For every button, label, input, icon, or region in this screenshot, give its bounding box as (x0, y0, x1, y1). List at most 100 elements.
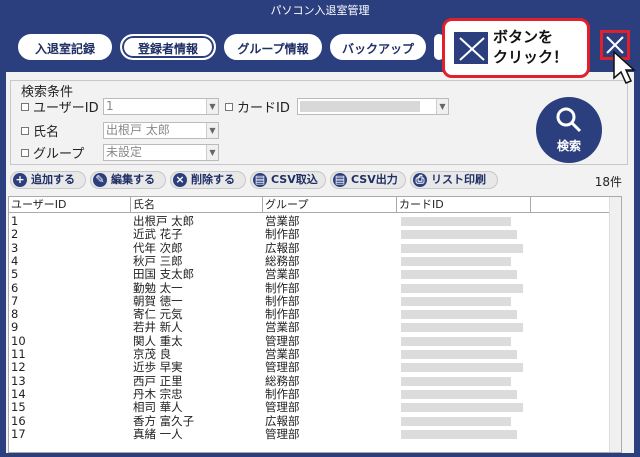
cell-card-id-redacted (401, 283, 523, 293)
user-id-checkbox[interactable] (21, 103, 29, 111)
name-select[interactable]: 出根戸 太郎 ▼ (103, 122, 219, 139)
user-id-select[interactable]: 1 ▼ (103, 98, 219, 115)
table-row[interactable]: 1 出根戸 太郎 営業部 (9, 214, 621, 228)
cell-user-id: 13 (11, 373, 26, 388)
chevron-down-icon[interactable]: ▼ (206, 99, 218, 114)
table-row[interactable]: 6 勤勉 太一 制作部 (9, 280, 621, 295)
name-value: 出根戸 太郎 (106, 123, 170, 137)
tab-registrants[interactable]: 登録者情報 (120, 34, 216, 60)
delete-button[interactable]: × 削除する (170, 171, 246, 189)
table-row[interactable]: 5 田国 支太郎 営業部 (9, 268, 621, 281)
delete-label: 削除する (191, 173, 235, 186)
main-content: 検索条件 ユーザーID 1 ▼ カードID ▼ 氏名 出根戸 太郎 ▼ グループ (6, 72, 634, 453)
table-row[interactable]: 4 秋戸 三郎 総務部 (9, 253, 621, 268)
col-group[interactable]: グループ (263, 197, 397, 213)
search-button-label: 検索 (556, 139, 581, 153)
tab-entry-log[interactable]: 入退室記録 (18, 34, 112, 60)
edit-button[interactable]: ✎ 編集する (90, 171, 166, 189)
table-row[interactable]: 2 近武 花子 制作部 (9, 227, 621, 242)
col-name[interactable]: 氏名 (131, 197, 263, 213)
table-row[interactable]: 14 丹木 宗忠 制作部 (9, 386, 621, 401)
cell-name: 秋戸 三郎 (133, 253, 183, 268)
cell-user-id: 17 (11, 426, 26, 441)
group-select[interactable]: 未設定 ▼ (103, 144, 219, 161)
printer-icon: ⎙ (413, 173, 427, 187)
user-table[interactable]: ユーザーID 氏名 グループ カードID 1 出根戸 太郎営業部 2 近武 花子 制作部… (8, 196, 622, 453)
cell-card-id-redacted (401, 217, 511, 226)
chevron-down-icon[interactable]: ▼ (206, 123, 218, 138)
table-row[interactable]: 15 相司 華人 管理部 (9, 400, 621, 415)
csv-export-label: CSV出力 (351, 173, 398, 186)
table-row[interactable]: 10 関人 重太 管理部 (9, 333, 621, 348)
card-id-redacted (300, 101, 420, 112)
cell-name: 出根戸 太郎 (133, 214, 195, 228)
cell-group: 制作部 (265, 280, 300, 295)
cell-card-id-redacted (401, 429, 517, 439)
callout-text: ボタンを クリック！ (493, 27, 568, 67)
cell-user-id: 14 (11, 386, 26, 401)
table-row[interactable]: 17 真緒 一人 管理部 (9, 426, 621, 441)
cell-name: 京茂 良 (133, 347, 172, 361)
cell-card-id-redacted (401, 336, 511, 346)
search-button[interactable]: 検索 (536, 97, 602, 163)
cell-card-id-redacted (401, 350, 517, 359)
chevron-down-icon[interactable]: ▼ (436, 99, 448, 114)
table-row[interactable]: 12 近歩 早実 管理部 (9, 360, 621, 375)
cell-name: 朝賀 徳一 (133, 293, 183, 308)
col-card-id[interactable]: カードID (397, 197, 531, 213)
table-row[interactable]: 8 寄仁 元気 制作部 (9, 308, 621, 321)
callout-line-2: クリック！ (493, 48, 569, 66)
cell-group: 総務部 (265, 253, 300, 268)
cell-user-id: 1 (11, 214, 19, 228)
name-label: 氏名 (33, 125, 60, 140)
csv-import-button[interactable]: ▤ CSV取込 (250, 171, 326, 189)
search-icon (556, 107, 582, 133)
close-icon (453, 31, 489, 65)
cell-user-id: 7 (11, 293, 19, 308)
cell-group: 管理部 (265, 360, 300, 375)
plus-icon: + (13, 173, 27, 187)
cell-group: 営業部 (265, 320, 300, 335)
cell-name: 代年 次郎 (133, 240, 183, 255)
cell-card-id-redacted (401, 416, 511, 426)
cell-group: 制作部 (265, 386, 300, 401)
cell-user-id: 6 (11, 280, 19, 295)
card-id-select[interactable]: ▼ (297, 98, 449, 115)
table-row[interactable]: 3 代年 次郎 広報部 (9, 240, 621, 255)
add-button[interactable]: + 追加する (10, 171, 86, 189)
chevron-down-icon[interactable]: ▼ (206, 145, 218, 160)
cell-card-id-redacted (401, 403, 523, 413)
pencil-icon: ✎ (93, 173, 107, 187)
table-row[interactable]: 7 朝賀 徳一 制作部 (9, 293, 621, 308)
tab-backup[interactable]: バックアップ (330, 34, 426, 60)
cell-user-id: 2 (11, 227, 19, 242)
tab-groups[interactable]: グループ情報 (224, 34, 322, 60)
vertical-scrollbar[interactable] (609, 197, 621, 452)
cell-card-id-redacted (401, 363, 523, 373)
cell-user-id: 11 (11, 347, 26, 361)
csv-export-button[interactable]: ▤ CSV出力 (330, 171, 406, 189)
cell-name: 西戸 正里 (133, 373, 183, 388)
cell-group: 広報部 (265, 413, 300, 428)
cell-card-id-redacted (401, 230, 517, 240)
cell-group: 総務部 (265, 373, 300, 388)
cell-name: 近歩 早実 (133, 360, 183, 375)
card-id-label: カードID (237, 101, 290, 116)
cell-group: 広報部 (265, 240, 300, 255)
table-row[interactable]: 16 香方 富久子 広報部 (9, 413, 621, 428)
col-user-id[interactable]: ユーザーID (9, 197, 131, 213)
cell-user-id: 10 (11, 333, 26, 348)
card-id-checkbox[interactable] (225, 103, 233, 111)
cell-group: 管理部 (265, 400, 300, 415)
cell-user-id: 9 (11, 320, 19, 335)
group-checkbox[interactable] (21, 149, 29, 157)
table-row[interactable]: 13 西戸 正里 総務部 (9, 373, 621, 388)
cell-card-id-redacted (401, 323, 523, 333)
name-checkbox[interactable] (21, 127, 29, 135)
print-list-button[interactable]: ⎙ リスト印刷 (410, 171, 498, 189)
cell-card-id-redacted (401, 243, 523, 253)
cell-card-id-redacted (401, 270, 517, 280)
table-row[interactable]: 9 若井 新人 営業部 (9, 320, 621, 335)
table-row[interactable]: 11 京茂 良 営業部 (9, 347, 621, 361)
cell-user-id: 4 (11, 253, 19, 268)
